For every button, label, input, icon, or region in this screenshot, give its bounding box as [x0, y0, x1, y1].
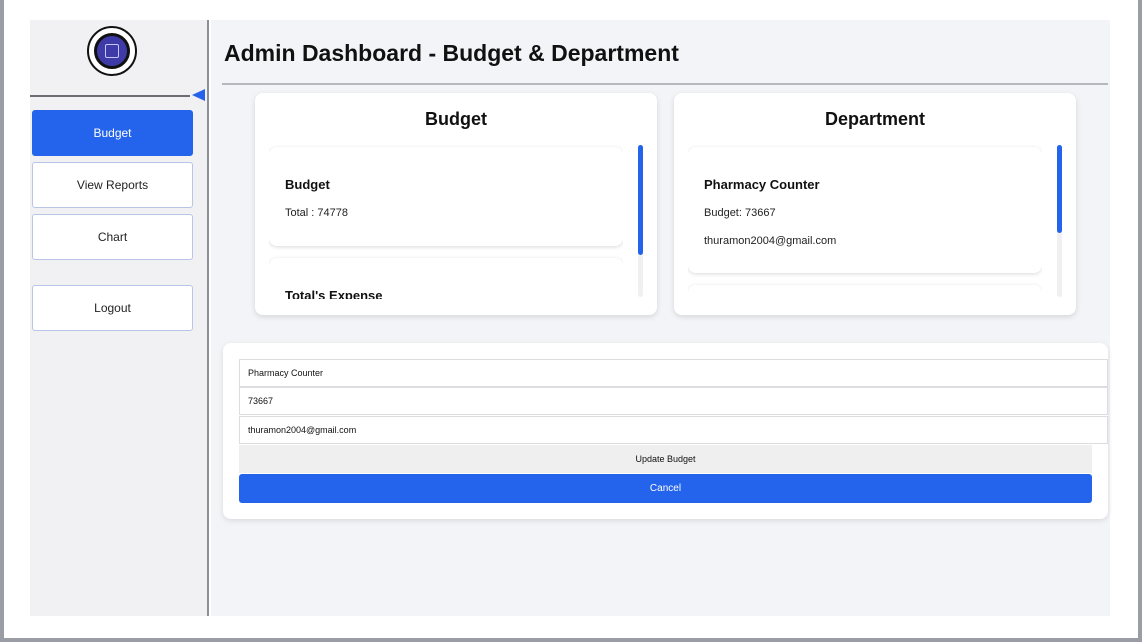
page-title: Admin Dashboard - Budget & Department	[224, 40, 679, 66]
cancel-button[interactable]: Cancel	[239, 474, 1092, 503]
list-item[interactable]: Total's Expense	[269, 258, 623, 299]
department-card-title: Department	[824, 109, 926, 129]
list-item[interactable]	[688, 285, 1042, 299]
sidebar-divider	[30, 95, 190, 97]
budget-amount-field[interactable]	[239, 387, 1108, 415]
department-budget: Budget: 73667	[704, 207, 776, 219]
update-budget-button[interactable]: Update Budget	[239, 445, 1092, 473]
department-email: thuramon2004@gmail.com	[704, 235, 837, 247]
budget-list[interactable]: Budget Total : 74778 Total's Expense	[269, 145, 623, 299]
budget-card-title: Budget	[425, 109, 487, 129]
department-name: Pharmacy Counter	[704, 177, 820, 192]
list-item[interactable]: Budget Total : 74778	[269, 147, 623, 246]
logo-emblem-icon	[94, 33, 130, 69]
sidebar-separator	[207, 20, 209, 616]
email-field[interactable]	[239, 416, 1108, 444]
department-card: Department Pharmacy Counter Budget: 7366…	[674, 93, 1076, 315]
app-logo	[87, 26, 137, 76]
expense-item-title: Total's Expense	[285, 288, 383, 299]
collapse-sidebar-icon[interactable]	[192, 89, 205, 101]
scrollbar-thumb[interactable]	[638, 145, 643, 255]
logout-button[interactable]: Logout	[32, 285, 193, 331]
budget-item-title: Budget	[285, 177, 330, 192]
sidebar-item-label: Chart	[97, 230, 128, 244]
scrollbar[interactable]	[638, 145, 643, 297]
department-name-field[interactable]	[239, 359, 1108, 387]
list-item[interactable]: Pharmacy Counter Budget: 73667 thuramon2…	[688, 147, 1042, 273]
sidebar-item-label: View Reports	[76, 178, 149, 192]
budget-card: Budget Budget Total : 74778 Total's Expe…	[255, 93, 657, 315]
title-divider	[222, 83, 1108, 85]
budget-total: Total : 74778	[285, 207, 348, 219]
sidebar-item-view-reports[interactable]: View Reports	[32, 162, 193, 208]
sidebar-item-label: Budget	[93, 126, 132, 140]
scrollbar-thumb[interactable]	[1057, 145, 1062, 233]
sidebar-item-chart[interactable]: Chart	[32, 214, 193, 260]
sidebar-item-label: Logout	[94, 301, 131, 315]
department-list[interactable]: Pharmacy Counter Budget: 73667 thuramon2…	[688, 145, 1042, 299]
sidebar-item-budget[interactable]: Budget	[32, 110, 193, 156]
scrollbar[interactable]	[1057, 145, 1062, 297]
